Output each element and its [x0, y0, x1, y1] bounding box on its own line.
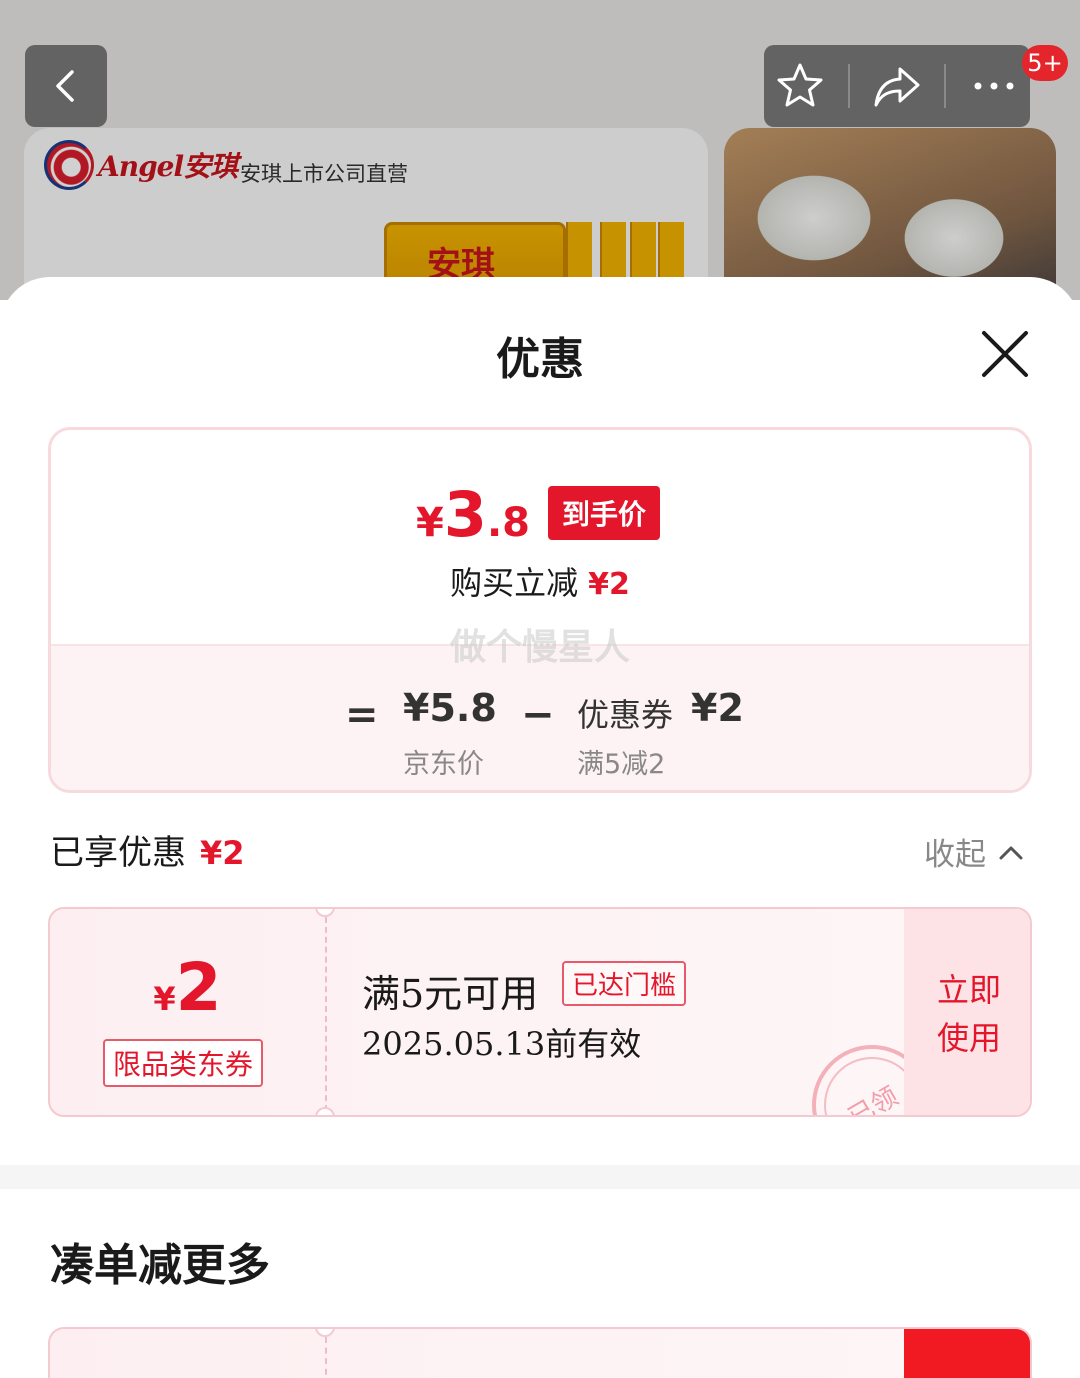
collapse-button[interactable]: 收起 [924, 829, 1024, 874]
jd-price-label: 京东价 [403, 749, 484, 780]
chevron-up-icon [999, 846, 1023, 859]
coupon-notch [315, 1329, 335, 1337]
action-divider [847, 64, 850, 108]
coupon-card-next [48, 1327, 1032, 1378]
top-action-bar [764, 45, 1030, 127]
equals-sign: = [345, 692, 379, 738]
sheet-title: 优惠 [496, 334, 584, 385]
coupon-notch [315, 1107, 335, 1115]
enjoyed-discount-amount: ¥2 [200, 834, 245, 872]
final-price-tag: 到手价 [548, 486, 661, 540]
section-divider [0, 1165, 1080, 1189]
final-price-currency: ¥ [416, 500, 444, 546]
final-price-decimal: .8 [486, 500, 531, 546]
back-arrow-icon [56, 70, 74, 102]
more-dots-icon[interactable] [969, 61, 1019, 111]
enjoyed-discount-label: 已享优惠 [50, 833, 186, 873]
coupon-validity: 2025.05.13前有效 [362, 1025, 642, 1063]
star-icon[interactable] [775, 61, 825, 111]
coupon-label: 优惠券 [577, 696, 674, 734]
coupon-rule: 满5减2 [577, 749, 666, 780]
coupon-divider [325, 1337, 327, 1378]
instant-discount-amount: ¥2 [588, 567, 630, 602]
instant-discount-label: 购买立减 [450, 564, 579, 602]
use-now-button[interactable]: 立即使用 [904, 909, 1030, 1115]
instant-discount-line: 购买立减 ¥2 [51, 558, 1029, 604]
final-price-section: ¥ 3 .8 到手价 购买立减 ¥2 [51, 430, 1029, 644]
coupon-card: ¥2 限品类东券 满5元可用 已达门槛 2025.05.13前有效 已领 立即使… [48, 907, 1032, 1117]
coupon-currency: ¥ [153, 980, 176, 1018]
close-icon[interactable] [978, 327, 1032, 381]
share-icon[interactable] [872, 61, 922, 111]
coupon-amount-number: 2 [175, 949, 222, 1026]
action-divider [944, 64, 947, 108]
coupon-amount: ¥2 [691, 686, 744, 730]
use-now-label: 立即使用 [936, 971, 1001, 1057]
claim-button[interactable] [904, 1329, 1030, 1378]
coupon-notch [315, 909, 335, 917]
minus-sign: − [521, 692, 555, 738]
collapse-label: 收起 [924, 837, 986, 873]
price-breakdown-card: ¥ 3 .8 到手价 购买立减 ¥2 = ¥5.8 京东价 − 优惠券 ¥2 满5… [48, 427, 1032, 793]
coupon-divider [325, 917, 327, 1111]
coupon-condition: 满5元可用 [362, 972, 539, 1016]
enjoyed-discount-row: 已享优惠 ¥2 [50, 825, 245, 874]
final-price: ¥ 3 .8 [416, 478, 530, 551]
coupon-value: ¥2 [50, 949, 325, 1026]
more-discounts-title: 凑单减更多 [50, 1240, 270, 1291]
final-price-integer: 3 [443, 478, 487, 551]
discount-sheet: 优惠 ¥ 3 .8 到手价 购买立减 ¥2 = ¥5.8 京东价 − 优惠券 ¥2… [0, 277, 1080, 1378]
back-button[interactable] [25, 45, 107, 127]
coupon-type-badge: 限品类东券 [103, 1039, 264, 1087]
jd-price-value: ¥5.8 [403, 686, 497, 730]
threshold-reached-badge: 已达门槛 [562, 961, 687, 1006]
cart-count-badge: 5+ [1022, 45, 1068, 81]
watermark: 做个慢星人 [449, 627, 630, 668]
